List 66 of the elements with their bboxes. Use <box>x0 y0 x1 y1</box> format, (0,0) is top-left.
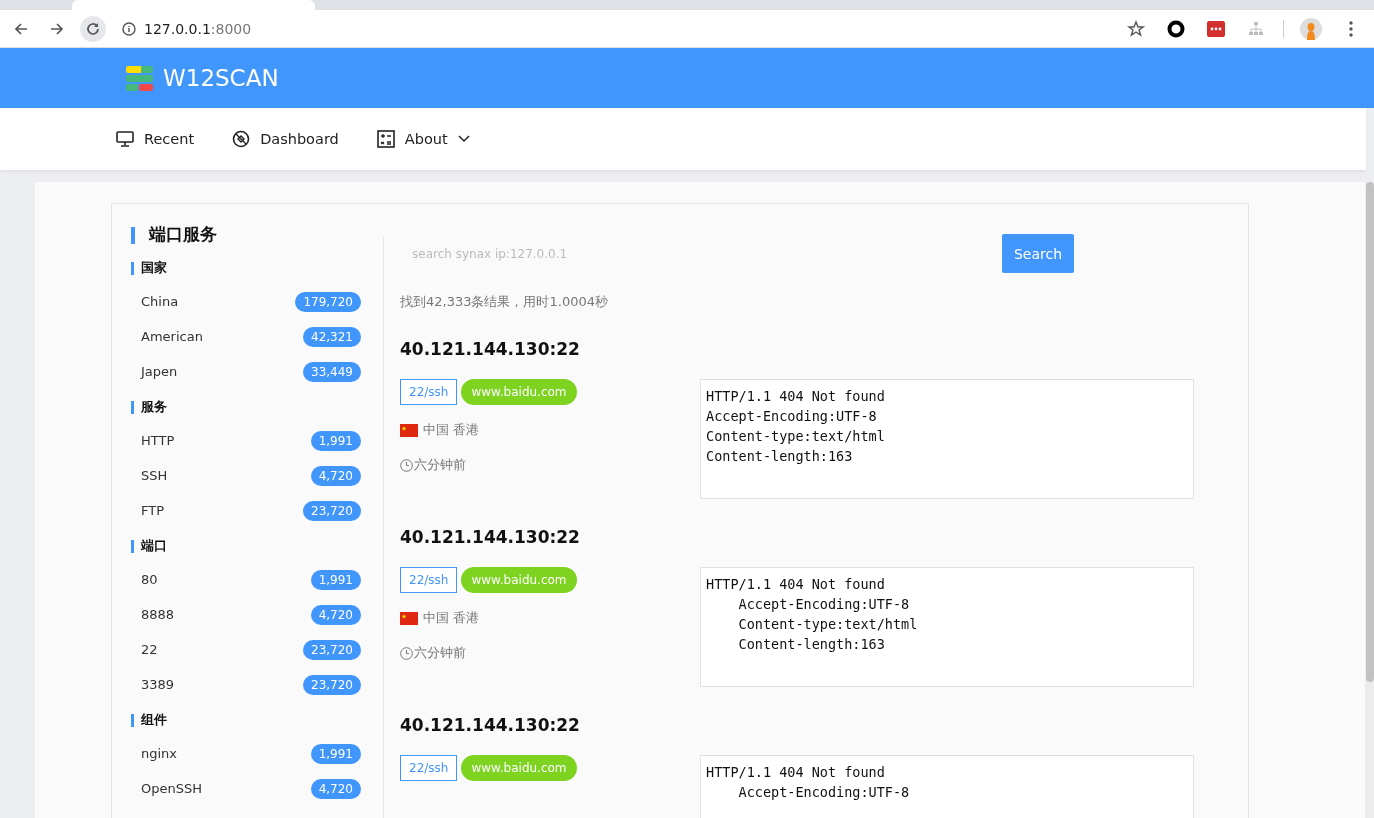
response-headers: HTTP/1.1 404 Not found Accept-Encoding:UTF-8 Content-type:text/html Content-length:163 <box>700 567 1194 687</box>
flag-icon <box>400 423 418 437</box>
nav-link[interactable]: Recent <box>116 131 195 147</box>
port-tag: 22/ssh <box>400 567 458 593</box>
filter-label[interactable]: SSH <box>141 468 168 483</box>
port-tag: 22/ssh <box>400 755 458 781</box>
address-bar[interactable]: 127.0.0.1:8000 <box>144 20 252 37</box>
port-tag: 22/ssh <box>400 379 458 405</box>
filter-label[interactable]: HTTP <box>141 433 175 448</box>
reload-button[interactable] <box>80 15 106 42</box>
count-badge: 23,720 <box>303 639 361 660</box>
reload-icon <box>85 20 101 37</box>
clock-icon <box>400 458 413 472</box>
result-address[interactable]: 40.121.144.130:22 <box>400 715 1248 735</box>
filter-label[interactable]: American <box>141 329 203 344</box>
response-headers: HTTP/1.1 404 Not found Accept-Encoding:UTF-8 <box>700 755 1194 818</box>
clock-icon <box>400 646 413 660</box>
result-address[interactable]: 40.121.144.130:22 <box>400 339 1248 359</box>
back-arrow-icon[interactable] <box>13 20 29 37</box>
count-badge: 33,449 <box>303 361 361 382</box>
group-heading: 国家 <box>141 260 167 277</box>
time-text: 六分钟前 <box>414 644 466 662</box>
group-heading: 服务 <box>141 399 167 416</box>
calculator-icon <box>376 130 395 148</box>
host-tag: www.baidu.com <box>461 567 577 593</box>
filter-label[interactable]: nginx <box>141 746 178 761</box>
info-icon <box>122 21 136 36</box>
time-text: 六分钟前 <box>414 456 466 474</box>
group-heading: 端口 <box>141 538 167 555</box>
count-badge: 23,720 <box>303 500 361 521</box>
filter-label[interactable]: 80 <box>141 572 158 587</box>
filter-label[interactable]: China <box>141 294 179 309</box>
response-headers: HTTP/1.1 404 Not found Accept-Encoding:UTF-8 Content-type:text/html Content-length:163 <box>700 379 1194 499</box>
search-field[interactable]: search synax ip:127.0.0.1 <box>400 240 924 267</box>
host-tag: www.baidu.com <box>461 755 577 781</box>
count-badge: 42,321 <box>303 326 361 347</box>
panel-title: 端口服务 <box>149 224 217 246</box>
logo-icon <box>126 65 153 91</box>
count-badge: 23,720 <box>303 674 361 695</box>
scrollbar-thumb[interactable] <box>1366 182 1374 682</box>
nav-link[interactable]: About <box>376 130 470 148</box>
nav-link[interactable]: Dashboard <box>232 130 339 148</box>
location-text: 中国 香港 <box>423 609 480 627</box>
app-title: W12SCAN <box>163 65 279 91</box>
count-badge: 1,991 <box>310 569 361 590</box>
filter-label[interactable]: 3389 <box>141 677 175 692</box>
group-heading: 组件 <box>141 712 167 729</box>
count-badge: 4,720 <box>310 778 361 799</box>
filter-label[interactable]: OpenSSH <box>141 781 202 796</box>
filter-label[interactable]: FTP <box>141 503 165 518</box>
result-summary: 找到42,333条结果，用时1.0004秒 <box>400 293 609 311</box>
result-address[interactable]: 40.121.144.130:22 <box>400 527 1248 547</box>
flag-icon <box>400 611 418 625</box>
count-badge: 1,991 <box>310 743 361 764</box>
location-text: 中国 香港 <box>423 421 480 439</box>
count-badge: 4,720 <box>310 465 361 486</box>
filter-label[interactable]: Japen <box>141 364 178 379</box>
monitor-icon <box>116 131 134 147</box>
host-tag: www.baidu.com <box>461 379 577 405</box>
filter-label[interactable]: 22 <box>141 642 158 657</box>
count-badge: 4,720 <box>310 604 361 625</box>
count-badge: 179,720 <box>295 291 361 312</box>
filter-label[interactable]: 8888 <box>141 607 175 622</box>
crossed-circle-icon <box>232 130 251 148</box>
count-badge: 1,991 <box>310 430 361 451</box>
forward-arrow-icon[interactable] <box>49 20 65 37</box>
